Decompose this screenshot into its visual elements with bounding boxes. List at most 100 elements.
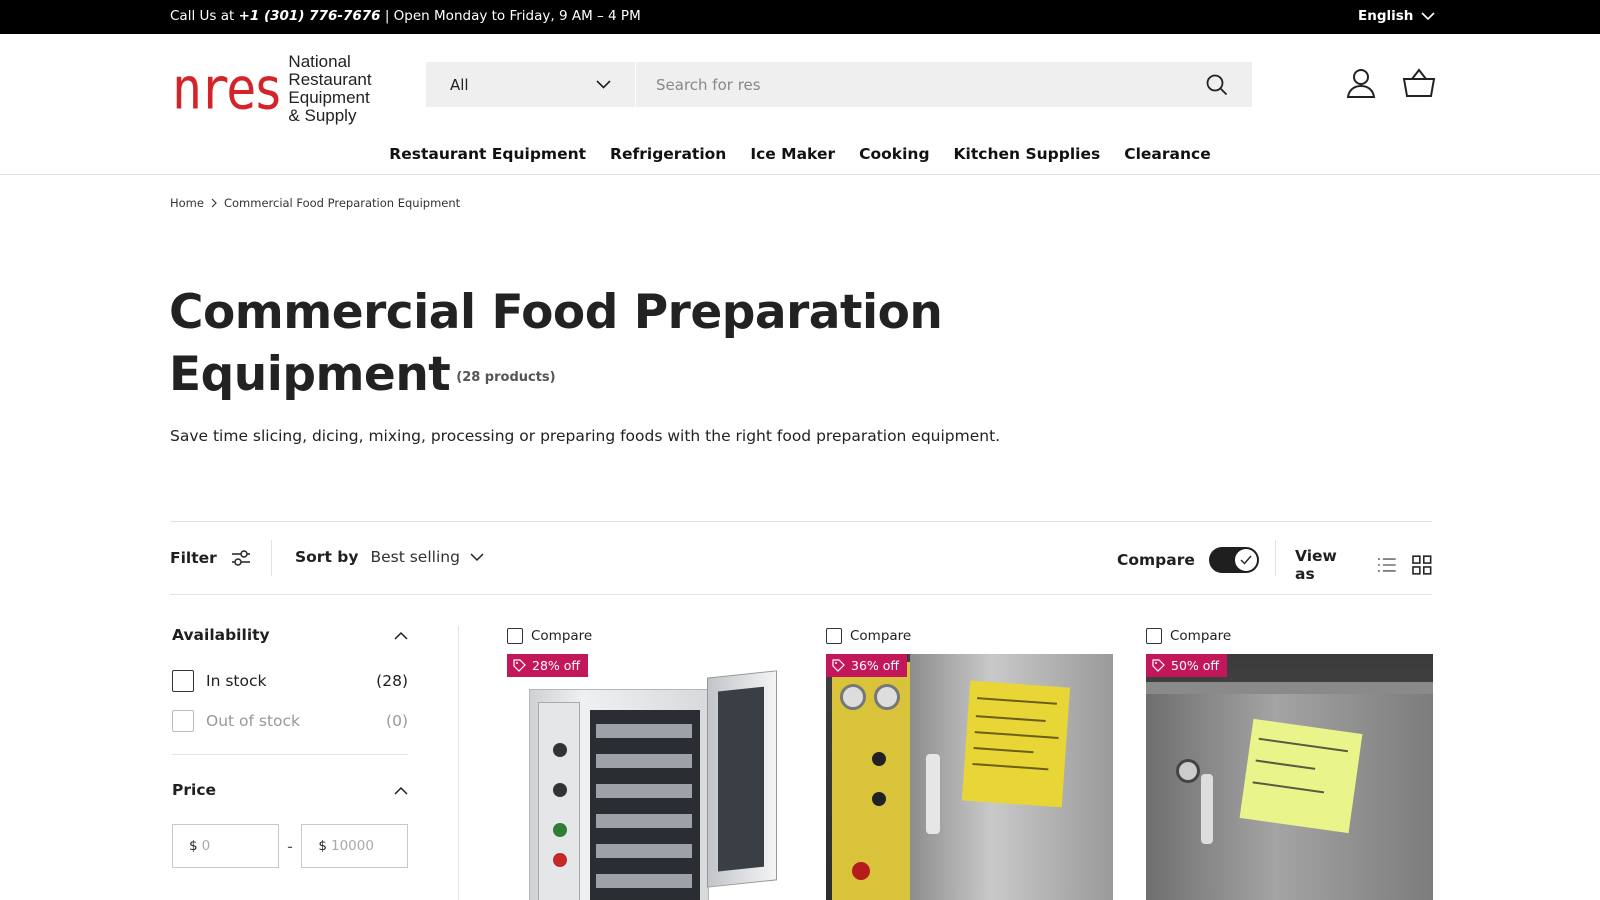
breadcrumb-home[interactable]: Home (170, 196, 204, 210)
price-max-field: $ (301, 824, 408, 868)
price-max-input[interactable] (331, 838, 391, 854)
collection-title: Commercial Food Preparation Equipment (169, 285, 943, 402)
product-image[interactable]: 50% off (1146, 654, 1433, 900)
view-as-control: View as (1295, 547, 1432, 583)
price-separator: - (287, 836, 293, 856)
nav-item-cooking[interactable]: Cooking (859, 145, 929, 163)
search-icon (1206, 74, 1228, 95)
compare-toggle[interactable] (1208, 547, 1259, 573)
option-label: In stock (206, 672, 267, 690)
gauge-graphic (1176, 759, 1200, 783)
logo-wordmark: National Restaurant Equipment & Supply (288, 52, 372, 125)
product-card: Compare 36% off (826, 628, 1113, 900)
oven-cavity-graphic (590, 710, 700, 900)
note-line-graphic (1255, 759, 1316, 770)
filter-sidebar: Availability In stock (28) Out of stock … (172, 626, 408, 868)
dial-graphic (553, 783, 567, 797)
button-graphic (852, 862, 870, 880)
hours-text: | Open Monday to Friday, 9 AM – 4 PM (384, 8, 641, 24)
facet-divider (172, 754, 408, 755)
option-count: (0) (386, 712, 408, 730)
user-icon (1346, 69, 1376, 98)
chevron-up-icon (394, 786, 408, 795)
breadcrumb: Home Commercial Food Preparation Equipme… (170, 196, 460, 210)
label-line-graphic (973, 747, 1034, 754)
filter-button[interactable]: Filter (170, 549, 251, 567)
compare-label: Compare (1117, 551, 1195, 569)
out-of-stock-checkbox[interactable] (172, 710, 194, 732)
search-button[interactable] (1182, 62, 1252, 107)
compare-checkbox[interactable] (507, 628, 523, 644)
product-image[interactable]: 28% off (507, 654, 794, 900)
gauge-graphic (874, 684, 900, 710)
cart-button[interactable] (1402, 68, 1436, 102)
collection-description: Save time slicing, dicing, mixing, proce… (170, 427, 1001, 445)
search-input[interactable] (636, 62, 1182, 107)
pan-graphic (596, 754, 692, 768)
site-header: nres National Restaurant Equipment & Sup… (0, 34, 1600, 175)
nav-item-refrigeration[interactable]: Refrigeration (610, 145, 726, 163)
product-card: Compare 28% off (507, 628, 794, 900)
knob-graphic (872, 752, 886, 766)
chevron-down-icon (470, 552, 484, 561)
instruction-label-graphic (961, 680, 1071, 808)
nav-item-restaurant-equipment[interactable]: Restaurant Equipment (389, 145, 586, 163)
sort-select[interactable]: Best selling (370, 548, 484, 566)
price-min-field: $ (172, 824, 279, 868)
option-count: (28) (376, 672, 408, 690)
oven-door-graphic (707, 670, 777, 888)
site-logo[interactable]: nres National Restaurant Equipment & Sup… (172, 53, 372, 125)
toggle-knob (1234, 549, 1257, 571)
door-glass-graphic (718, 686, 764, 872)
pan-graphic (596, 874, 692, 888)
account-button[interactable] (1346, 68, 1376, 102)
chevron-right-icon (211, 198, 217, 208)
page-title: Commercial Food Preparation Equipment (28… (169, 282, 1109, 409)
gauge-graphic (840, 684, 866, 710)
language-selector[interactable]: English (1358, 8, 1435, 24)
basket-icon (1402, 68, 1436, 97)
sort-control: Sort by Best selling (295, 548, 484, 566)
grid-view-icon[interactable] (1412, 555, 1432, 575)
in-stock-checkbox[interactable] (172, 670, 194, 692)
indicator-graphic (553, 823, 567, 837)
price-title: Price (172, 781, 217, 799)
language-label: English (1358, 8, 1414, 24)
search-category-select[interactable]: All (426, 62, 636, 107)
price-range: $ - $ (172, 824, 408, 868)
pan-graphic (596, 814, 692, 828)
compare-checkbox[interactable] (826, 628, 842, 644)
price-facet-header[interactable]: Price (172, 781, 408, 799)
availability-option-out-of-stock: Out of stock (0) (172, 710, 408, 732)
chevron-down-icon (596, 80, 611, 89)
availability-facet-header[interactable]: Availability (172, 626, 408, 644)
pan-graphic (596, 724, 692, 738)
contact-message: Call Us at +1 (301) 776-7676 | Open Mond… (170, 8, 641, 24)
search-category-value: All (450, 75, 469, 94)
sale-badge: 36% off (826, 654, 908, 677)
compare-checkbox[interactable] (1146, 628, 1162, 644)
nav-item-clearance[interactable]: Clearance (1124, 145, 1211, 163)
compare-label: Compare (850, 628, 912, 644)
pan-graphic (596, 844, 692, 858)
control-panel-graphic (538, 702, 580, 900)
logo-mark: nres (172, 55, 283, 123)
list-view-icon[interactable] (1377, 557, 1397, 573)
price-min-input[interactable] (201, 838, 262, 854)
currency-symbol: $ (318, 838, 327, 854)
product-image[interactable]: 36% off (826, 654, 1113, 900)
availability-option-in-stock: In stock (28) (172, 670, 408, 692)
product-count: (28 products) (456, 369, 556, 385)
main-navigation: Restaurant Equipment Refrigeration Ice M… (0, 145, 1600, 163)
option-label: Out of stock (206, 712, 301, 730)
nav-item-kitchen-supplies[interactable]: Kitchen Supplies (954, 145, 1101, 163)
sticky-note-graphic (1239, 718, 1363, 834)
oven-body-graphic (529, 689, 709, 900)
chevron-up-icon (394, 631, 408, 640)
note-line-graphic (1252, 781, 1325, 794)
label-line-graphic (974, 731, 1059, 739)
product-card: Compare 50% off (1146, 628, 1433, 900)
nav-item-ice-maker[interactable]: Ice Maker (750, 145, 835, 163)
collection-toolbar: Filter Sort by Best selling Compare View… (170, 521, 1432, 595)
phone-link[interactable]: +1 (301) 776-7676 (239, 8, 381, 24)
